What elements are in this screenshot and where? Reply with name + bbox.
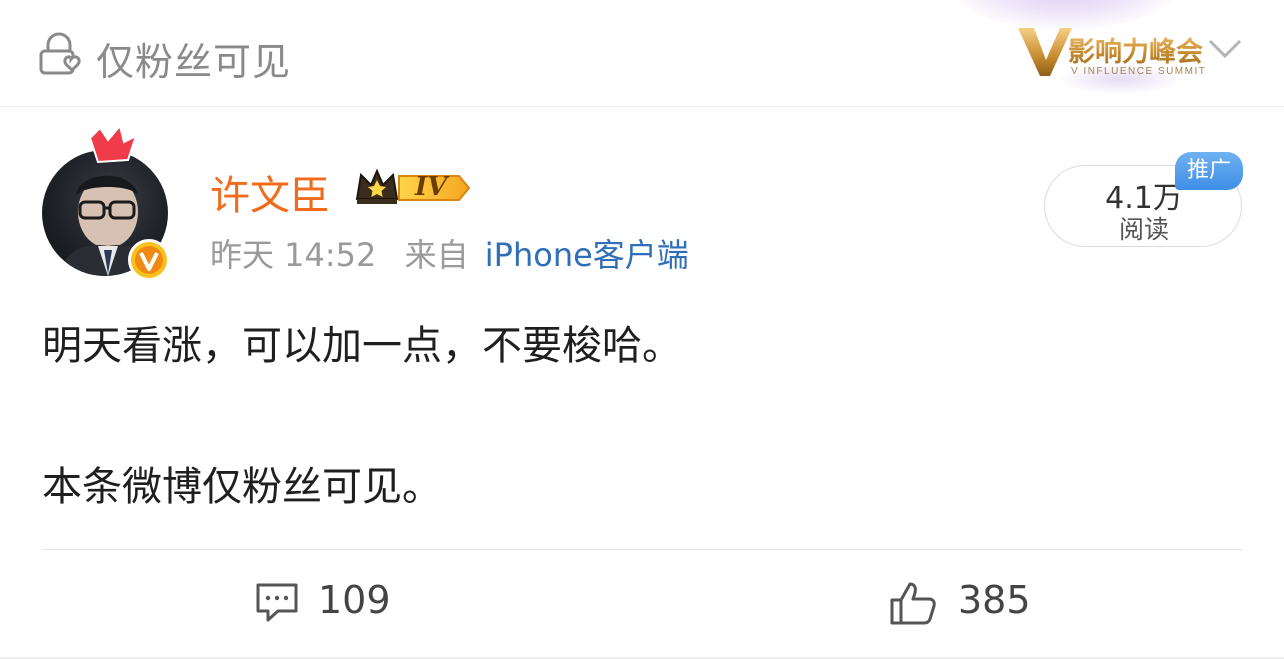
verified-v-icon bbox=[135, 246, 163, 274]
post-time: 昨天 14:52 bbox=[210, 236, 377, 274]
read-label: 阅读 bbox=[1118, 215, 1169, 244]
fans-only-lock-icon bbox=[39, 32, 81, 75]
divider bbox=[42, 549, 1242, 550]
chevron-down-icon[interactable] bbox=[1208, 38, 1242, 60]
thumbs-up-icon bbox=[890, 582, 936, 625]
source-link[interactable]: iPhone客户端 bbox=[485, 236, 689, 274]
author-name[interactable]: 许文臣 bbox=[210, 163, 330, 221]
post-body-line-2: 本条微博仅粉丝可见。 bbox=[42, 464, 442, 510]
brand-subtitle: V INFLUENCE SUMMIT bbox=[1071, 66, 1207, 77]
member-level-text: IV bbox=[415, 172, 448, 202]
visibility-label: 仅粉丝可见 bbox=[96, 40, 292, 84]
brand-title: 影响力峰会 bbox=[1068, 30, 1203, 69]
v-logo-icon bbox=[1018, 28, 1072, 76]
comment-icon bbox=[256, 583, 298, 622]
comment-count: 109 bbox=[318, 578, 391, 622]
like-button[interactable]: 385 bbox=[888, 578, 1048, 628]
member-level-badge[interactable]: IV bbox=[355, 167, 471, 209]
comment-button[interactable]: 109 bbox=[254, 578, 404, 628]
top-bar: 仅粉丝可见 影响力峰会 V INFLUENCE SUMMIT bbox=[0, 0, 1284, 107]
source-prefix: 来自 bbox=[404, 236, 469, 274]
influence-summit-brand[interactable]: 影响力峰会 V INFLUENCE SUMMIT bbox=[1016, 22, 1206, 82]
like-count: 385 bbox=[958, 578, 1031, 622]
post-meta: 昨天 14:52 来自 iPhone客户端 bbox=[210, 230, 689, 276]
avatar-crown-sticker bbox=[88, 124, 138, 164]
post-body-line-1: 明天看涨，可以加一点，不要梭哈。 bbox=[42, 323, 682, 369]
verified-badge bbox=[128, 239, 170, 281]
promo-tag[interactable]: 推广 bbox=[1175, 152, 1243, 190]
crown-icon bbox=[355, 168, 471, 204]
